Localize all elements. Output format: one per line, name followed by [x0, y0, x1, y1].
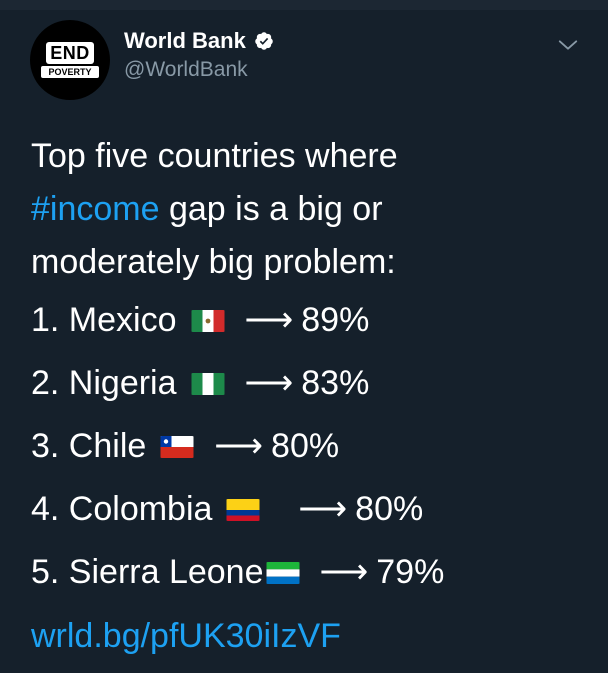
tweet-text-line: moderately big problem:	[31, 243, 396, 281]
arrow-icon: ⟶	[214, 427, 264, 465]
tweet-header: END POVERTY World Bank @WorldBank	[30, 20, 590, 100]
ranking-value: 83%	[301, 364, 370, 402]
tweet-text-fragment: gap is a big or	[159, 190, 383, 228]
tweet-text: Top five countries where #income gap is …	[31, 130, 591, 604]
tweet-text-line: Top five countries where	[31, 137, 398, 175]
ranking-value: 80%	[271, 427, 340, 465]
ranking-label: 3. Chile	[31, 427, 147, 465]
avatar-end-text: END	[46, 42, 94, 64]
ranking-item: 4. Colombia ⟶ 80%	[31, 478, 591, 541]
tweet-text-line: #income gap is a big or	[31, 183, 591, 236]
ranking-value: 89%	[301, 301, 370, 339]
verified-badge-icon	[255, 32, 273, 50]
mexico-flag-icon	[191, 309, 224, 332]
chevron-down-icon[interactable]	[557, 34, 579, 56]
author-name[interactable]: World Bank	[124, 28, 274, 54]
ranking-label: 1. Mexico	[31, 301, 177, 339]
hashtag-link[interactable]: #income	[31, 183, 160, 236]
colombia-flag-icon	[226, 498, 260, 521]
ranking-label: 4. Colombia	[31, 490, 213, 528]
avatar-poverty-text: POVERTY	[41, 66, 99, 78]
ranking-value: 79%	[376, 553, 445, 591]
arrow-icon: ⟶	[298, 490, 348, 528]
ranking-label: 2. Nigeria	[31, 364, 177, 402]
arrow-icon: ⟶	[244, 364, 294, 402]
chile-flag-icon	[160, 435, 194, 458]
ranking-item: 5. Sierra Leone ⟶ 79%	[31, 541, 591, 604]
avatar[interactable]: END POVERTY	[30, 20, 110, 100]
ranking-item: 1. Mexico ⟶ 89%	[31, 289, 591, 352]
nigeria-flag-icon	[191, 372, 225, 395]
arrow-icon: ⟶	[319, 553, 369, 591]
ranking-item: 2. Nigeria ⟶ 83%	[31, 352, 591, 415]
author-name-text: World Bank	[124, 28, 246, 53]
author-handle[interactable]: @WorldBank	[124, 58, 248, 82]
ranking-value: 80%	[355, 490, 424, 528]
ranking-label: 5. Sierra Leone	[31, 553, 264, 591]
ranking-item: 3. Chile ⟶ 80%	[31, 415, 591, 478]
sierra-leone-flag-icon	[266, 561, 299, 584]
arrow-icon: ⟶	[244, 301, 294, 339]
tweet-link[interactable]: wrld.bg/pfUK30iIzVF	[31, 617, 341, 656]
top-bar	[0, 0, 608, 10]
